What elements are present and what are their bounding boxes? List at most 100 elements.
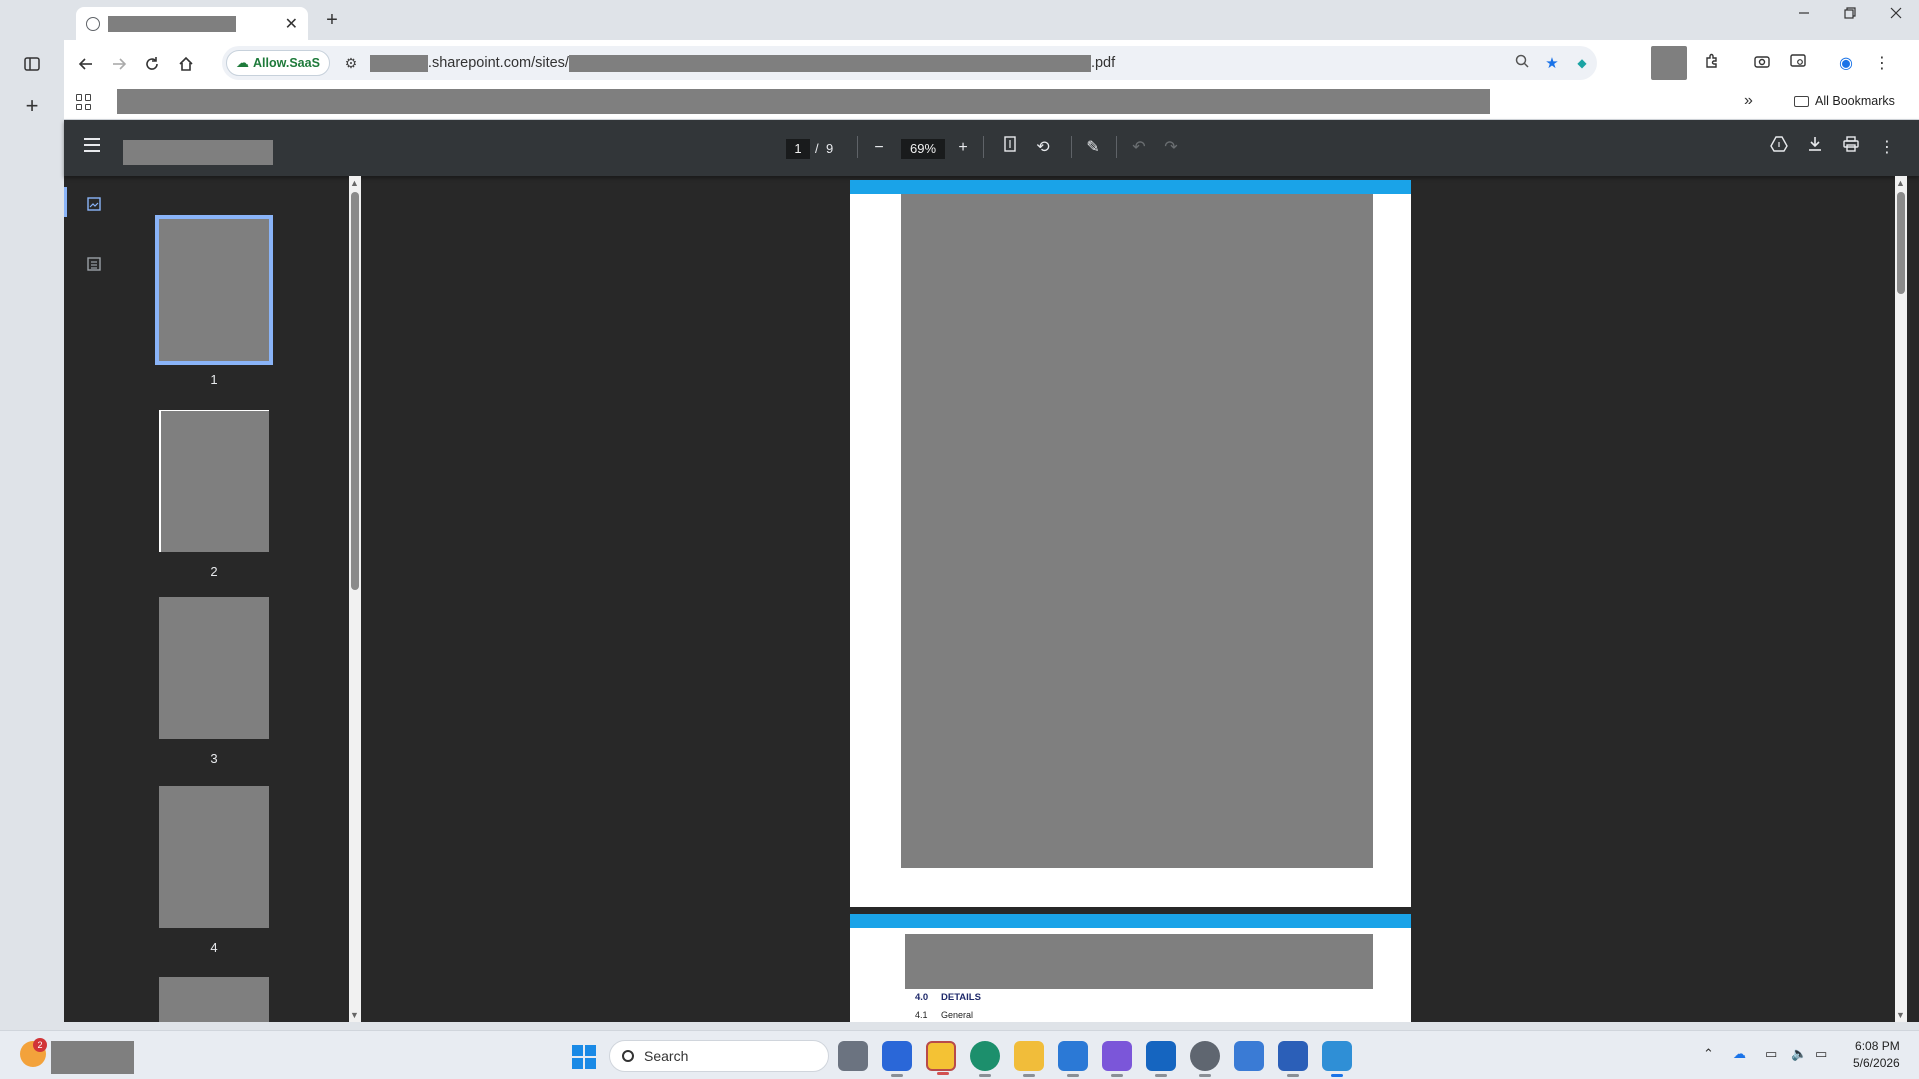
thumbnail-page[interactable]: 4 — [144, 786, 284, 955]
page-content-redacted — [901, 194, 1373, 868]
cloud-icon: ☁ — [236, 55, 249, 70]
volume-icon[interactable]: 🔈 — [1791, 1046, 1807, 1062]
thumbnail-page[interactable] — [144, 977, 284, 1022]
zoom-in-icon[interactable]: + — [950, 135, 976, 161]
thumbnail-number: 2 — [210, 564, 218, 579]
main-scrollbar[interactable]: ▲ ▼ — [1895, 176, 1907, 1022]
start-icon[interactable] — [572, 1045, 596, 1069]
thumbnail-list: 1 2 3 4 — [144, 176, 284, 1022]
screenshot-icon[interactable] — [1744, 54, 1780, 73]
scroll-down-arrow[interactable]: ▼ — [350, 1010, 359, 1020]
undo-icon[interactable]: ↶ — [1126, 135, 1152, 161]
hamburger-menu-icon[interactable] — [84, 138, 100, 152]
copilot-icon[interactable]: ◉ — [1828, 53, 1864, 73]
scroll-up-arrow[interactable]: ▲ — [350, 178, 359, 188]
task-view-icon[interactable] — [838, 1041, 868, 1071]
reload-icon[interactable] — [138, 50, 166, 78]
main-scroll-thumb[interactable] — [1897, 192, 1905, 294]
zoom-level-input[interactable]: 69% — [901, 139, 945, 159]
security-chip[interactable]: ☁ Allow.SaaS — [226, 50, 330, 76]
outlook-icon[interactable] — [1146, 1041, 1176, 1077]
close-tab-icon[interactable]: ✕ — [285, 14, 298, 34]
address-bar[interactable]: ☁ Allow.SaaS ⚙ .sharepoint.com/sites/ .p… — [222, 46, 1597, 80]
settings-gear-icon[interactable] — [1190, 1041, 1220, 1077]
new-tab-button[interactable]: + — [320, 9, 344, 32]
azure-app-icon[interactable] — [882, 1041, 912, 1077]
forward-icon[interactable] — [105, 50, 133, 78]
pdf-title-redacted — [123, 140, 273, 165]
scroll-down-arrow[interactable]: ▼ — [1896, 1010, 1905, 1020]
toolbar-divider — [1116, 136, 1117, 158]
subsection-number: 4.1 — [915, 1010, 928, 1020]
battery-icon[interactable]: ▭ — [1815, 1046, 1827, 1062]
edge-browser-icon[interactable] — [970, 1041, 1000, 1077]
drive-save-icon[interactable] — [1766, 135, 1792, 161]
section-number: 4.0 — [915, 992, 929, 1003]
bookmark-star-icon[interactable]: ★ — [1537, 54, 1567, 72]
onedrive-icon[interactable]: ☁ — [1733, 1046, 1746, 1062]
current-page-input[interactable]: 1 — [786, 139, 810, 159]
profile-avatar-redacted[interactable] — [1651, 46, 1687, 80]
clock-date: 5/6/2026 — [1853, 1056, 1900, 1070]
thumbnail-number: 4 — [210, 940, 218, 955]
pdf-more-icon[interactable]: ⋮ — [1874, 135, 1900, 161]
thumbnail-image — [155, 215, 273, 365]
apps-grid-icon[interactable] — [76, 94, 92, 110]
back-icon[interactable] — [72, 50, 100, 78]
url-text[interactable]: .sharepoint.com/sites/ .pdf — [369, 54, 1115, 72]
system-clock[interactable]: 6:08 PM 5/6/2026 — [1853, 1038, 1900, 1072]
thumbnail-image — [159, 410, 269, 552]
tab-search-icon[interactable] — [1780, 53, 1816, 73]
more-bookmarks-icon[interactable]: » — [1744, 92, 1753, 110]
page-content-redacted — [905, 934, 1373, 989]
taskbar-search[interactable]: Search — [609, 1040, 829, 1072]
sidebar-scroll-thumb[interactable] — [351, 192, 359, 590]
display-icon[interactable]: ▭ — [1765, 1046, 1777, 1062]
new-tab-vertical-button[interactable]: + — [16, 90, 48, 122]
show-hidden-icons[interactable]: ⌃ — [1703, 1046, 1714, 1062]
close-window-icon[interactable] — [1881, 6, 1911, 23]
redo-icon[interactable]: ↷ — [1158, 135, 1184, 161]
extensions-icon[interactable] — [1694, 53, 1730, 74]
thumbnail-page[interactable]: 3 — [144, 597, 284, 766]
restore-icon[interactable] — [1835, 6, 1865, 23]
zoom-icon[interactable] — [1507, 54, 1537, 72]
page-separator: / — [815, 141, 819, 156]
security-chip-label: Allow.SaaS — [253, 56, 320, 70]
browser-tab-active[interactable]: ✕ — [76, 7, 308, 40]
vscode-icon[interactable] — [1278, 1041, 1308, 1077]
all-bookmarks-button[interactable]: All Bookmarks — [1794, 94, 1895, 108]
download-icon[interactable] — [1802, 135, 1828, 161]
extension-badge-icon[interactable]: ◆ — [1567, 56, 1597, 70]
bookmarks-redacted — [117, 89, 1490, 114]
tab-title-redacted — [108, 15, 236, 32]
pdf-viewer: 1 / 9 − 69% + ⟲ ✎ ↶ ↷ ⋮ 1 2 3 4 ▲ ▼ 4.0 … — [64, 120, 1919, 1022]
file-explorer-icon[interactable] — [1014, 1041, 1044, 1077]
sidebar-toggle-icon[interactable] — [16, 48, 48, 80]
thumbnail-page[interactable]: 1 — [144, 215, 284, 387]
outline-view-icon[interactable] — [82, 257, 106, 281]
print-icon[interactable] — [1838, 135, 1864, 161]
thumbnails-view-icon[interactable] — [82, 197, 106, 221]
minimize-icon[interactable] — [1789, 6, 1819, 23]
subsection-title: General — [941, 1010, 974, 1020]
zoom-out-icon[interactable]: − — [866, 135, 892, 161]
sticky-notes-icon[interactable] — [926, 1041, 956, 1075]
notepad-icon[interactable] — [1058, 1041, 1088, 1077]
home-icon[interactable] — [172, 50, 200, 78]
vscode-insiders-icon[interactable] — [1322, 1041, 1352, 1077]
rotate-icon[interactable]: ⟲ — [1030, 135, 1056, 161]
site-settings-icon[interactable]: ⚙ — [340, 55, 362, 72]
thumbnail-number: 1 — [210, 372, 218, 387]
thumbnail-page[interactable]: 2 — [144, 410, 284, 579]
pdf-toolbar: 1 / 9 − 69% + ⟲ ✎ ↶ ↷ ⋮ — [64, 120, 1919, 176]
sidebar-scrollbar[interactable]: ▲ ▼ — [349, 176, 361, 1022]
store-icon[interactable] — [1234, 1041, 1264, 1071]
m365-icon[interactable] — [1102, 1041, 1132, 1077]
search-icon — [622, 1050, 634, 1062]
fit-to-page-icon[interactable] — [997, 135, 1023, 161]
scroll-up-arrow[interactable]: ▲ — [1896, 178, 1905, 188]
annotate-pen-icon[interactable]: ✎ — [1080, 135, 1106, 161]
browser-menu-icon[interactable]: ⋮ — [1864, 53, 1900, 73]
folder-icon — [1794, 95, 1809, 107]
